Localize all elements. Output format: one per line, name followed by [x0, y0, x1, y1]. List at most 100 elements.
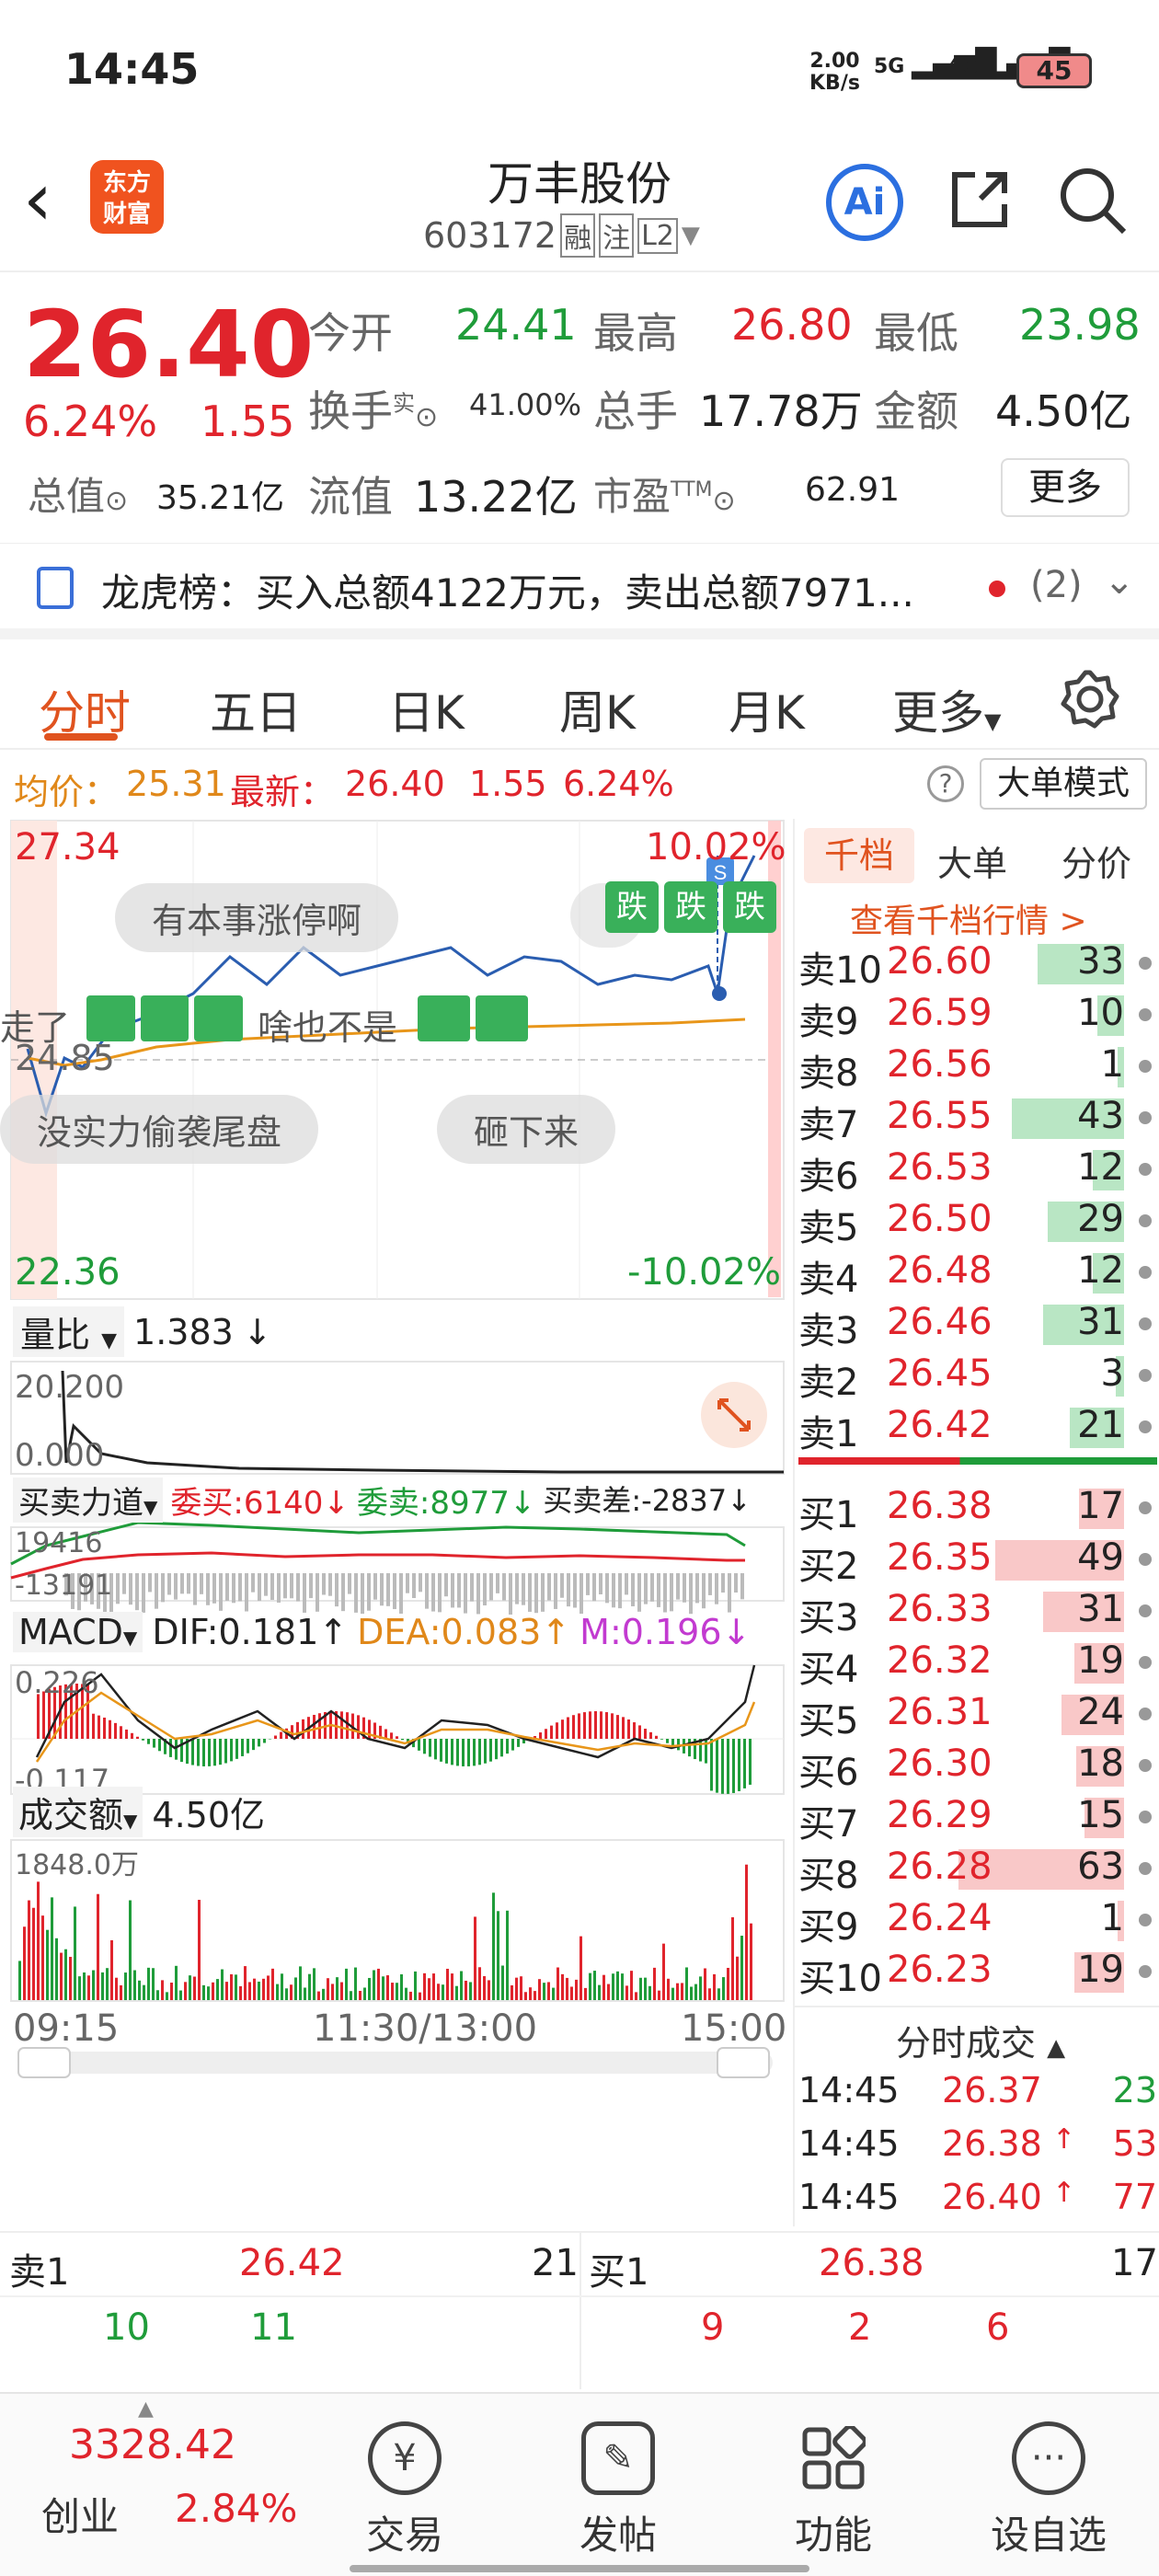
stock-code-row[interactable]: 603172 融 注 L2 ▼	[423, 213, 700, 258]
bid-row[interactable]: 买2 26.35 49	[795, 1535, 1159, 1588]
dragon-tiger-notice[interactable]: 龙虎榜：买入总额4122万元，卖出总额7971... (2) ⌄	[0, 543, 1159, 639]
post-button[interactable]: ✎ 发帖	[526, 2421, 710, 2560]
trade-button[interactable]: ¥ 交易	[313, 2421, 497, 2560]
order-force-bar	[425, 1573, 429, 1609]
ask-row[interactable]: 卖9 26.59 10	[795, 990, 1159, 1043]
order-force-bar	[135, 1573, 139, 1611]
bid-row[interactable]: 买8 26.28 63	[795, 1844, 1159, 1897]
macd-bar	[37, 1694, 40, 1739]
unread-dot	[989, 581, 1005, 597]
comment-bubble[interactable]: 砸下来	[437, 1095, 616, 1164]
level-price: 26.48	[887, 1249, 993, 1292]
ask-row[interactable]: 卖4 26.48 12	[795, 1248, 1159, 1301]
turnover-selector[interactable]: 成交额▼	[13, 1787, 143, 1837]
bid-row[interactable]: 买7 26.29 15	[795, 1792, 1159, 1846]
range-slider-right-handle[interactable]	[717, 2048, 769, 2077]
turnover-bar	[515, 1977, 518, 2000]
macd-bar	[660, 1739, 663, 1740]
comment-bubble[interactable]: 有本事涨停啊	[115, 883, 399, 952]
bid-row[interactable]: 买4 26.32 19	[795, 1638, 1159, 1691]
comment-bubble[interactable]: 走了	[0, 994, 70, 1055]
intraday-chart[interactable]: S 27.34 10.02% 24.85 22.36 -10.02% 有本事涨停…	[0, 819, 787, 2226]
macd-bar	[98, 1715, 100, 1739]
tab-weekly-k[interactable]: 周K	[559, 676, 636, 742]
turnover-bar	[156, 1990, 159, 2000]
order-force-bar	[412, 1573, 416, 1599]
fall-marker[interactable]: 跌	[723, 881, 776, 933]
ask-row[interactable]: 卖5 26.50 29	[795, 1196, 1159, 1249]
range-slider-left-handle[interactable]	[18, 2048, 70, 2077]
help-icon[interactable]: ?	[927, 765, 964, 802]
tab-large-order[interactable]: 大单	[937, 835, 1007, 886]
ask-row[interactable]: 卖6 26.53 12	[795, 1144, 1159, 1198]
expand-icon[interactable]	[701, 1382, 767, 1448]
order-force-bar	[142, 1573, 145, 1613]
order-force-selector[interactable]: 买卖力道▼	[13, 1478, 164, 1523]
market-cap-label: 总值⊙	[28, 474, 129, 519]
ask-row[interactable]: 卖2 26.45 3	[795, 1351, 1159, 1404]
bid-row[interactable]: 买5 26.31 24	[795, 1689, 1159, 1742]
trade-direction: ↑	[1052, 2123, 1076, 2156]
tab-more[interactable]: 更多▼	[892, 676, 1001, 742]
share-icon[interactable]	[947, 167, 1012, 232]
comment-bubble[interactable]: 没实力偷袭尾盘	[0, 1095, 319, 1164]
tab-price-dist[interactable]: 分价	[1061, 835, 1131, 886]
macd-selector[interactable]: MACD▼	[13, 1612, 143, 1652]
bid-row[interactable]: 买1 26.38 17	[795, 1483, 1159, 1536]
functions-button[interactable]: 功能	[741, 2421, 925, 2560]
bid-row[interactable]: 买3 26.33 31	[795, 1586, 1159, 1639]
index-value[interactable]: 3328.42	[69, 2421, 236, 2468]
bid-row[interactable]: 买9 26.24 1	[795, 1895, 1159, 1949]
ask-row[interactable]: 卖7 26.55 43	[795, 1093, 1159, 1146]
turnover-bar	[313, 1968, 316, 2000]
large-order-mode-button[interactable]: 大单模式	[980, 758, 1147, 810]
macd-bar	[556, 1722, 558, 1739]
turnover-bar	[386, 1975, 389, 2000]
tab-depth[interactable]: 千档	[804, 828, 914, 883]
add-watchlist-button[interactable]: ··· 设自选	[957, 2421, 1141, 2560]
search-icon[interactable]	[1058, 166, 1128, 236]
bid-row[interactable]: 买6 26.30 18	[795, 1741, 1159, 1794]
trades-title[interactable]: 分时成交 ▲	[896, 2015, 1065, 2065]
view-depth-link[interactable]: 查看千档行情 >	[850, 894, 1087, 942]
tab-five-day[interactable]: 五日	[210, 676, 302, 742]
level-label: 买1	[798, 1494, 859, 1536]
macd-bar	[346, 1712, 349, 1739]
more-button[interactable]: 更多	[1001, 458, 1130, 517]
back-icon[interactable]: ‹	[23, 156, 52, 242]
macd-bar	[302, 1719, 304, 1739]
turnover-bar	[630, 1971, 633, 2000]
macd-bar	[567, 1717, 569, 1739]
level-label: 卖9	[798, 1001, 859, 1043]
fall-marker[interactable]: 跌	[605, 881, 659, 933]
settings-gear-icon[interactable]	[1060, 669, 1120, 730]
turnover-bar	[501, 1965, 504, 2000]
ask-row[interactable]: 卖8 26.56 1	[795, 1041, 1159, 1095]
volume-ratio-selector[interactable]: 量比 ▼	[13, 1306, 125, 1357]
turnover-bar	[92, 1970, 95, 2000]
turnover-bar	[83, 1972, 86, 2000]
order-force-bar	[567, 1573, 570, 1607]
ask-row[interactable]: 卖3 26.46 31	[795, 1299, 1159, 1352]
index-percent[interactable]: 2.84%	[175, 2486, 297, 2531]
turnover-bar	[170, 1983, 173, 2000]
turnover-bar	[207, 1986, 210, 2000]
tab-monthly-k[interactable]: 月K	[729, 676, 805, 742]
ai-button[interactable]: Ai	[826, 164, 903, 241]
turnover-bar	[529, 1987, 532, 2000]
order-force-bar	[451, 1573, 454, 1608]
chevron-up-icon[interactable]: ▲	[138, 2398, 154, 2421]
macd-bar	[440, 1739, 442, 1762]
tab-daily-k[interactable]: 日K	[388, 676, 465, 742]
ask-row[interactable]: 卖1 26.42 21	[795, 1402, 1159, 1455]
macd-bar	[495, 1739, 498, 1760]
stock-name[interactable]: 万丰股份	[350, 147, 809, 213]
comment-bubble[interactable]: 啥也不是	[258, 994, 397, 1055]
dropdown-icon[interactable]: ▼	[682, 222, 700, 249]
bid-row[interactable]: 买10 26.23 19	[795, 1947, 1159, 2000]
ask-row[interactable]: 卖10 26.60 33	[795, 938, 1159, 992]
fall-marker[interactable]: 跌	[664, 881, 717, 933]
time-start: 09:15	[13, 2007, 120, 2050]
index-name[interactable]: 创业	[41, 2486, 119, 2542]
order-force-bar	[457, 1573, 461, 1608]
